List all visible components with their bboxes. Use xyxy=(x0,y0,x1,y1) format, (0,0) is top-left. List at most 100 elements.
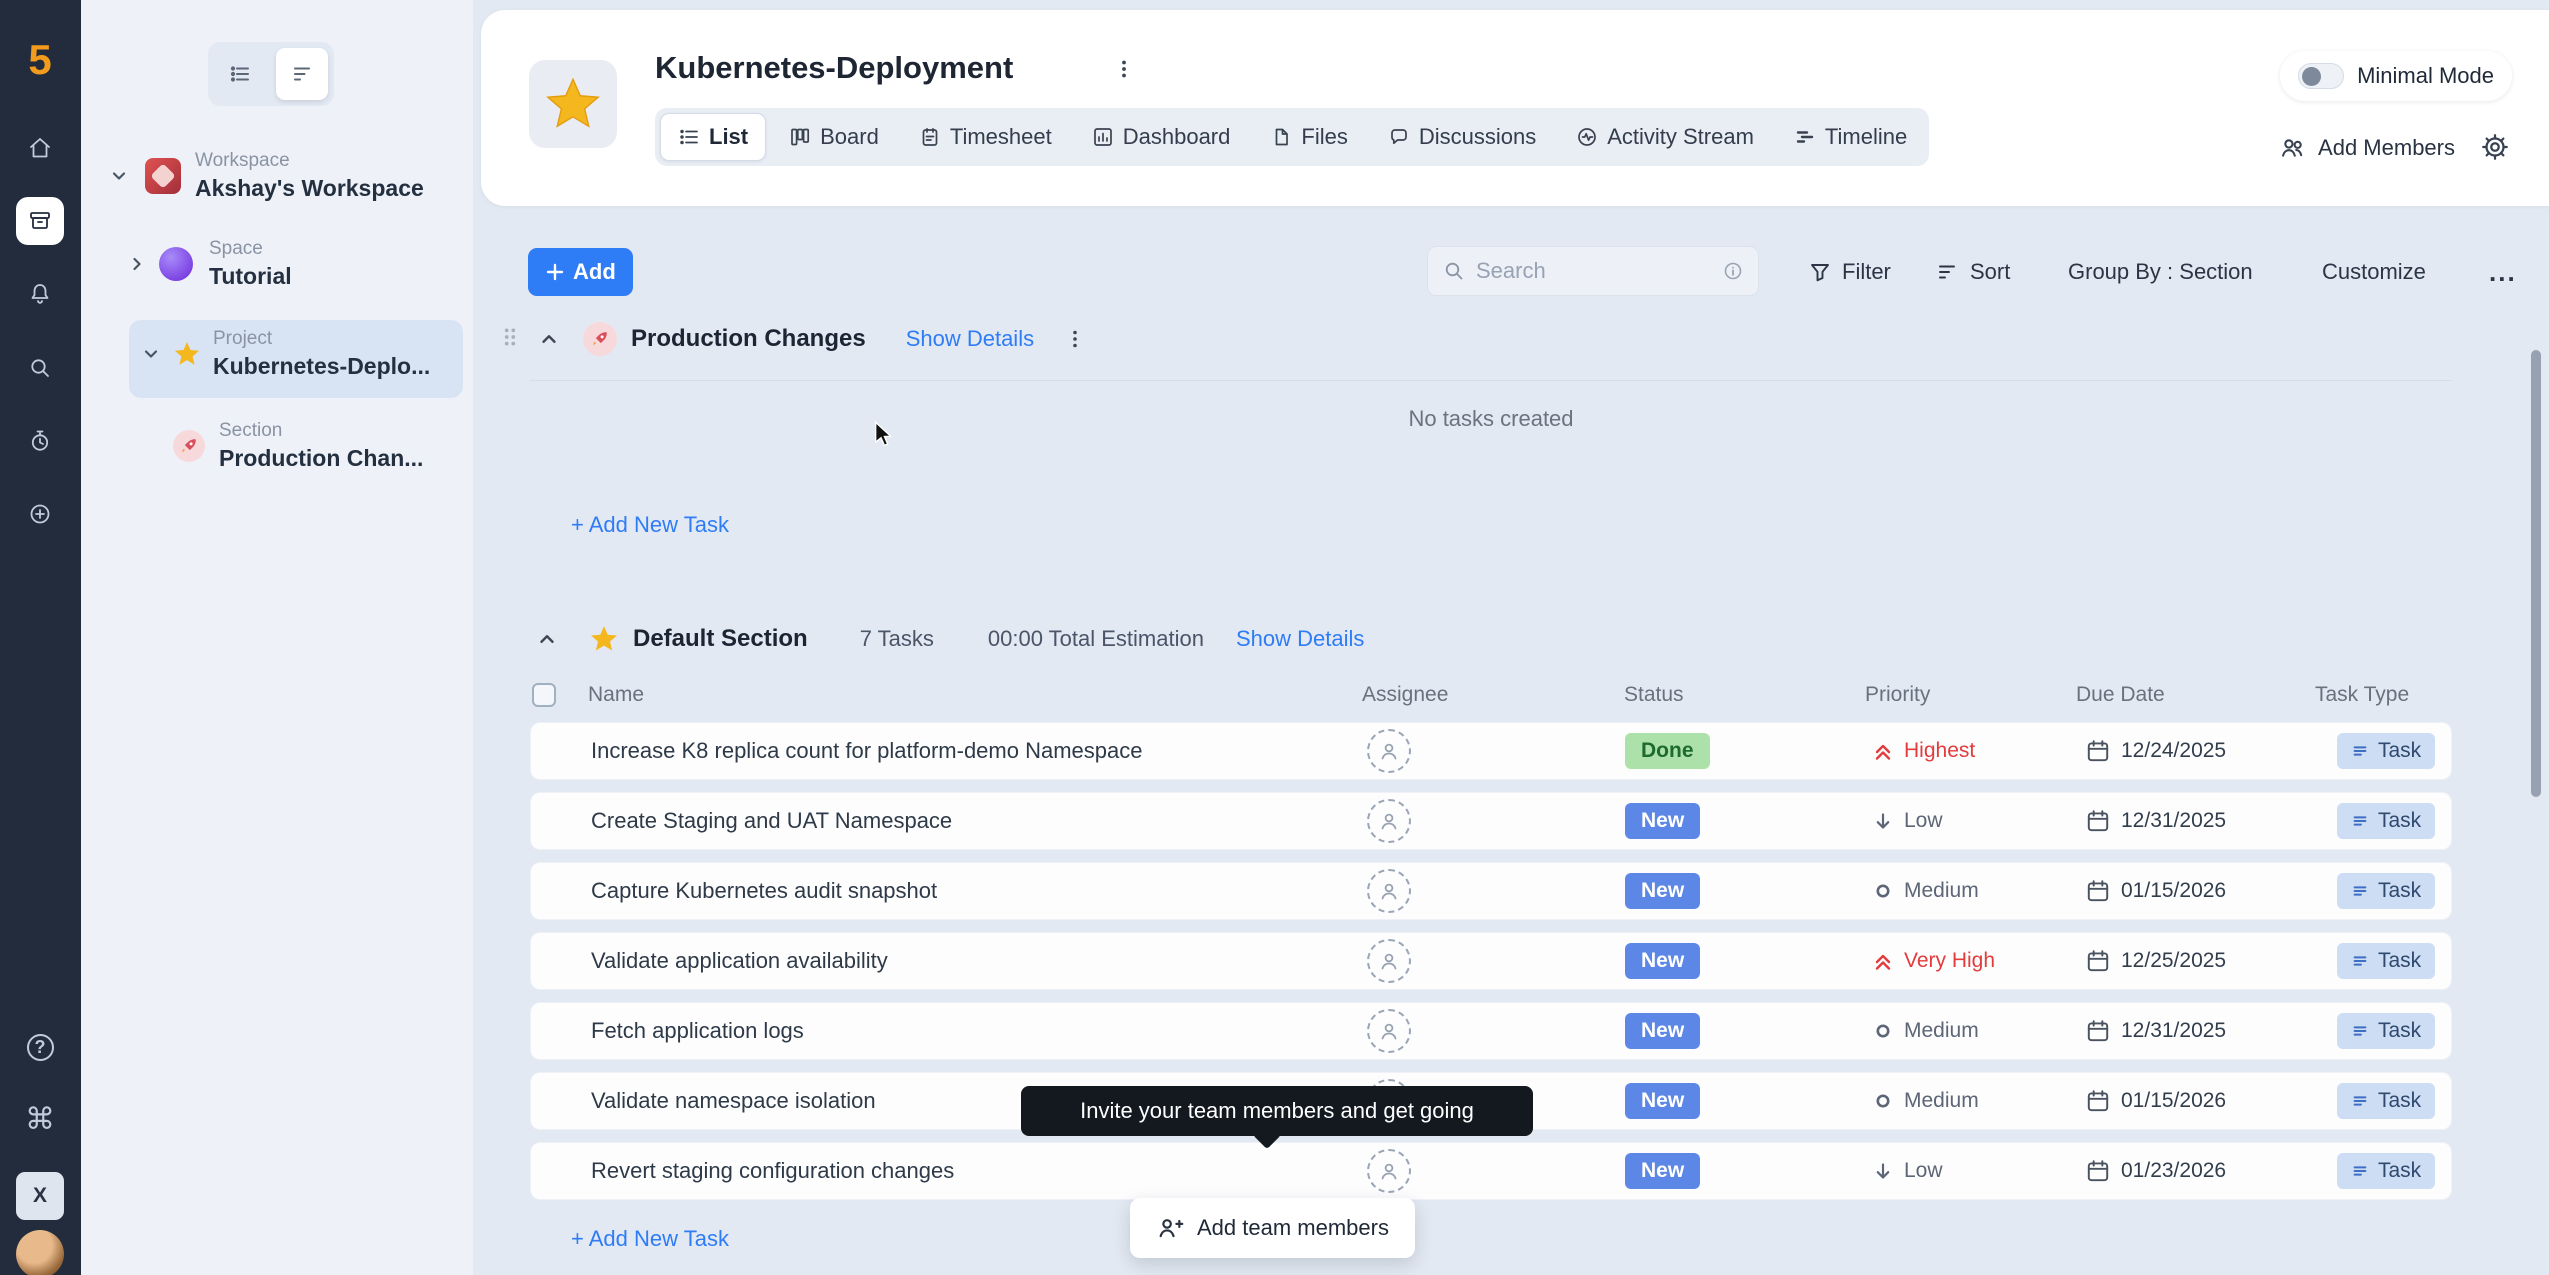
sidebar-item-space[interactable]: Space Tutorial xyxy=(125,238,292,290)
task-name[interactable]: Validate application availability xyxy=(531,948,1363,974)
chevron-right-icon[interactable] xyxy=(125,252,149,276)
priority-cell[interactable]: Low xyxy=(1872,809,2077,833)
due-date-cell[interactable]: 12/24/2025 xyxy=(2085,738,2316,764)
table-header: Name Assignee Status Priority Due Date T… xyxy=(530,678,2452,712)
search-icon[interactable] xyxy=(16,344,64,392)
chevron-down-icon[interactable] xyxy=(107,164,131,188)
project-type-label: Project xyxy=(213,328,430,351)
task-type-badge[interactable]: Task xyxy=(2337,803,2435,839)
timer-icon[interactable] xyxy=(16,417,64,465)
collapse-section-icon[interactable] xyxy=(537,327,561,351)
due-date-cell[interactable]: 12/31/2025 xyxy=(2085,1018,2316,1044)
table-row[interactable]: Fetch application logs New Medium 12/31/… xyxy=(530,1002,2452,1060)
table-row[interactable]: Validate application availability New Ve… xyxy=(530,932,2452,990)
status-badge[interactable]: New xyxy=(1625,943,1700,979)
priority-cell[interactable]: Medium xyxy=(1872,1089,2077,1113)
task-name[interactable]: Capture Kubernetes audit snapshot xyxy=(531,878,1363,904)
sort-button[interactable]: Sort xyxy=(1936,246,2010,298)
select-all-checkbox[interactable] xyxy=(532,683,556,707)
collapse-section-icon[interactable] xyxy=(535,627,559,651)
tab-list[interactable]: List xyxy=(660,113,766,161)
assignee-placeholder[interactable] xyxy=(1367,939,1411,983)
table-row[interactable]: Capture Kubernetes audit snapshot New Me… xyxy=(530,862,2452,920)
add-new-task-link-production[interactable]: + Add New Task xyxy=(571,512,729,538)
priority-cell[interactable]: Very High xyxy=(1872,949,2077,973)
sidebar-item-section[interactable]: Section Production Chan... xyxy=(173,420,423,472)
assignee-placeholder[interactable] xyxy=(1367,1149,1411,1193)
add-new-task-link-default[interactable]: + Add New Task xyxy=(571,1226,729,1252)
due-date-cell[interactable]: 12/31/2025 xyxy=(2085,808,2316,834)
assignee-placeholder[interactable] xyxy=(1367,729,1411,773)
chevron-down-icon[interactable] xyxy=(139,342,163,366)
sidebar-item-workspace[interactable]: Workspace Akshay's Workspace xyxy=(107,150,424,202)
user-avatar[interactable] xyxy=(16,1230,64,1275)
due-date-cell[interactable]: 01/15/2026 xyxy=(2085,878,2316,904)
tab-discussions[interactable]: Discussions xyxy=(1371,113,1553,161)
assignee-placeholder[interactable] xyxy=(1367,869,1411,913)
status-badge[interactable]: Done xyxy=(1625,733,1710,769)
task-name[interactable]: Fetch application logs xyxy=(531,1018,1363,1044)
filter-button[interactable]: Filter xyxy=(1808,246,1891,298)
status-badge[interactable]: New xyxy=(1625,803,1700,839)
workspace-key-tile[interactable]: X xyxy=(16,1172,64,1220)
add-team-members-button[interactable]: Add team members xyxy=(1130,1198,1415,1258)
add-members-button[interactable]: Add Members xyxy=(2279,127,2455,169)
status-badge[interactable]: New xyxy=(1625,873,1700,909)
priority-cell[interactable]: Highest xyxy=(1872,739,2077,763)
status-badge[interactable]: New xyxy=(1625,1083,1700,1119)
task-type-badge[interactable]: Task xyxy=(2337,733,2435,769)
task-type-badge[interactable]: Task xyxy=(2337,1153,2435,1189)
scrollbar-thumb[interactable] xyxy=(2531,350,2541,797)
table-row[interactable]: Increase K8 replica count for platform-d… xyxy=(530,722,2452,780)
assignee-placeholder[interactable] xyxy=(1367,1009,1411,1053)
due-date-cell[interactable]: 01/23/2026 xyxy=(2085,1158,2316,1184)
tab-files[interactable]: Files xyxy=(1253,113,1364,161)
priority-cell[interactable]: Medium xyxy=(1872,879,2077,903)
task-type-badge[interactable]: Task xyxy=(2337,1013,2435,1049)
help-icon[interactable]: ? xyxy=(16,1023,64,1071)
tab-timeline[interactable]: Timeline xyxy=(1777,113,1924,161)
projects-icon[interactable] xyxy=(16,197,64,245)
task-type-badge[interactable]: Task xyxy=(2337,1083,2435,1119)
info-icon[interactable] xyxy=(1722,260,1744,282)
due-date-cell[interactable]: 12/25/2025 xyxy=(2085,948,2316,974)
notifications-icon[interactable] xyxy=(16,270,64,318)
task-type-badge[interactable]: Task xyxy=(2337,943,2435,979)
task-name[interactable]: Revert staging configuration changes xyxy=(531,1158,1363,1184)
task-type-badge[interactable]: Task xyxy=(2337,873,2435,909)
due-date-cell[interactable]: 01/15/2026 xyxy=(2085,1088,2316,1114)
status-badge[interactable]: New xyxy=(1625,1013,1700,1049)
production-section-menu-icon[interactable] xyxy=(1064,328,1086,350)
add-task-button[interactable]: Add xyxy=(528,248,633,296)
project-menu-icon[interactable] xyxy=(1109,54,1139,84)
task-name[interactable]: Increase K8 replica count for platform-d… xyxy=(531,738,1363,764)
more-options-button[interactable]: ... xyxy=(2489,246,2517,298)
tab-activity-stream[interactable]: Activity Stream xyxy=(1559,113,1771,161)
priority-cell[interactable]: Low xyxy=(1872,1159,2077,1183)
table-row[interactable]: Create Staging and UAT Namespace New Low… xyxy=(530,792,2452,850)
list-view-toggle-button[interactable] xyxy=(214,48,266,100)
project-avatar[interactable] xyxy=(529,60,617,148)
tab-board[interactable]: Board xyxy=(772,113,896,161)
home-icon[interactable] xyxy=(16,124,64,172)
table-row[interactable]: Revert staging configuration changes New… xyxy=(530,1142,2452,1200)
status-badge[interactable]: New xyxy=(1625,1153,1700,1189)
minimal-mode-toggle[interactable] xyxy=(2298,63,2344,89)
settings-gear-icon[interactable] xyxy=(2478,131,2512,165)
create-new-icon[interactable] xyxy=(16,490,64,538)
assignee-placeholder[interactable] xyxy=(1367,799,1411,843)
customize-button[interactable]: Customize xyxy=(2322,246,2426,298)
task-name[interactable]: Create Staging and UAT Namespace xyxy=(531,808,1363,834)
drag-handle-icon[interactable] xyxy=(501,326,519,353)
priority-cell[interactable]: Medium xyxy=(1872,1019,2077,1043)
search-input[interactable] xyxy=(1476,258,1712,284)
shortcuts-icon[interactable]: ⌘ xyxy=(16,1095,64,1143)
default-show-details-link[interactable]: Show Details xyxy=(1236,626,1364,652)
tab-dashboard[interactable]: Dashboard xyxy=(1075,113,1248,161)
tab-timesheet[interactable]: Timesheet xyxy=(902,113,1069,161)
sidebar-item-project[interactable]: Project Kubernetes-Deplo... xyxy=(139,328,430,380)
group-by-button[interactable]: Group By : Section xyxy=(2068,246,2253,298)
production-show-details-link[interactable]: Show Details xyxy=(906,326,1034,352)
app-logo[interactable]: 5 xyxy=(16,36,64,84)
sort-view-toggle-button[interactable] xyxy=(276,48,328,100)
